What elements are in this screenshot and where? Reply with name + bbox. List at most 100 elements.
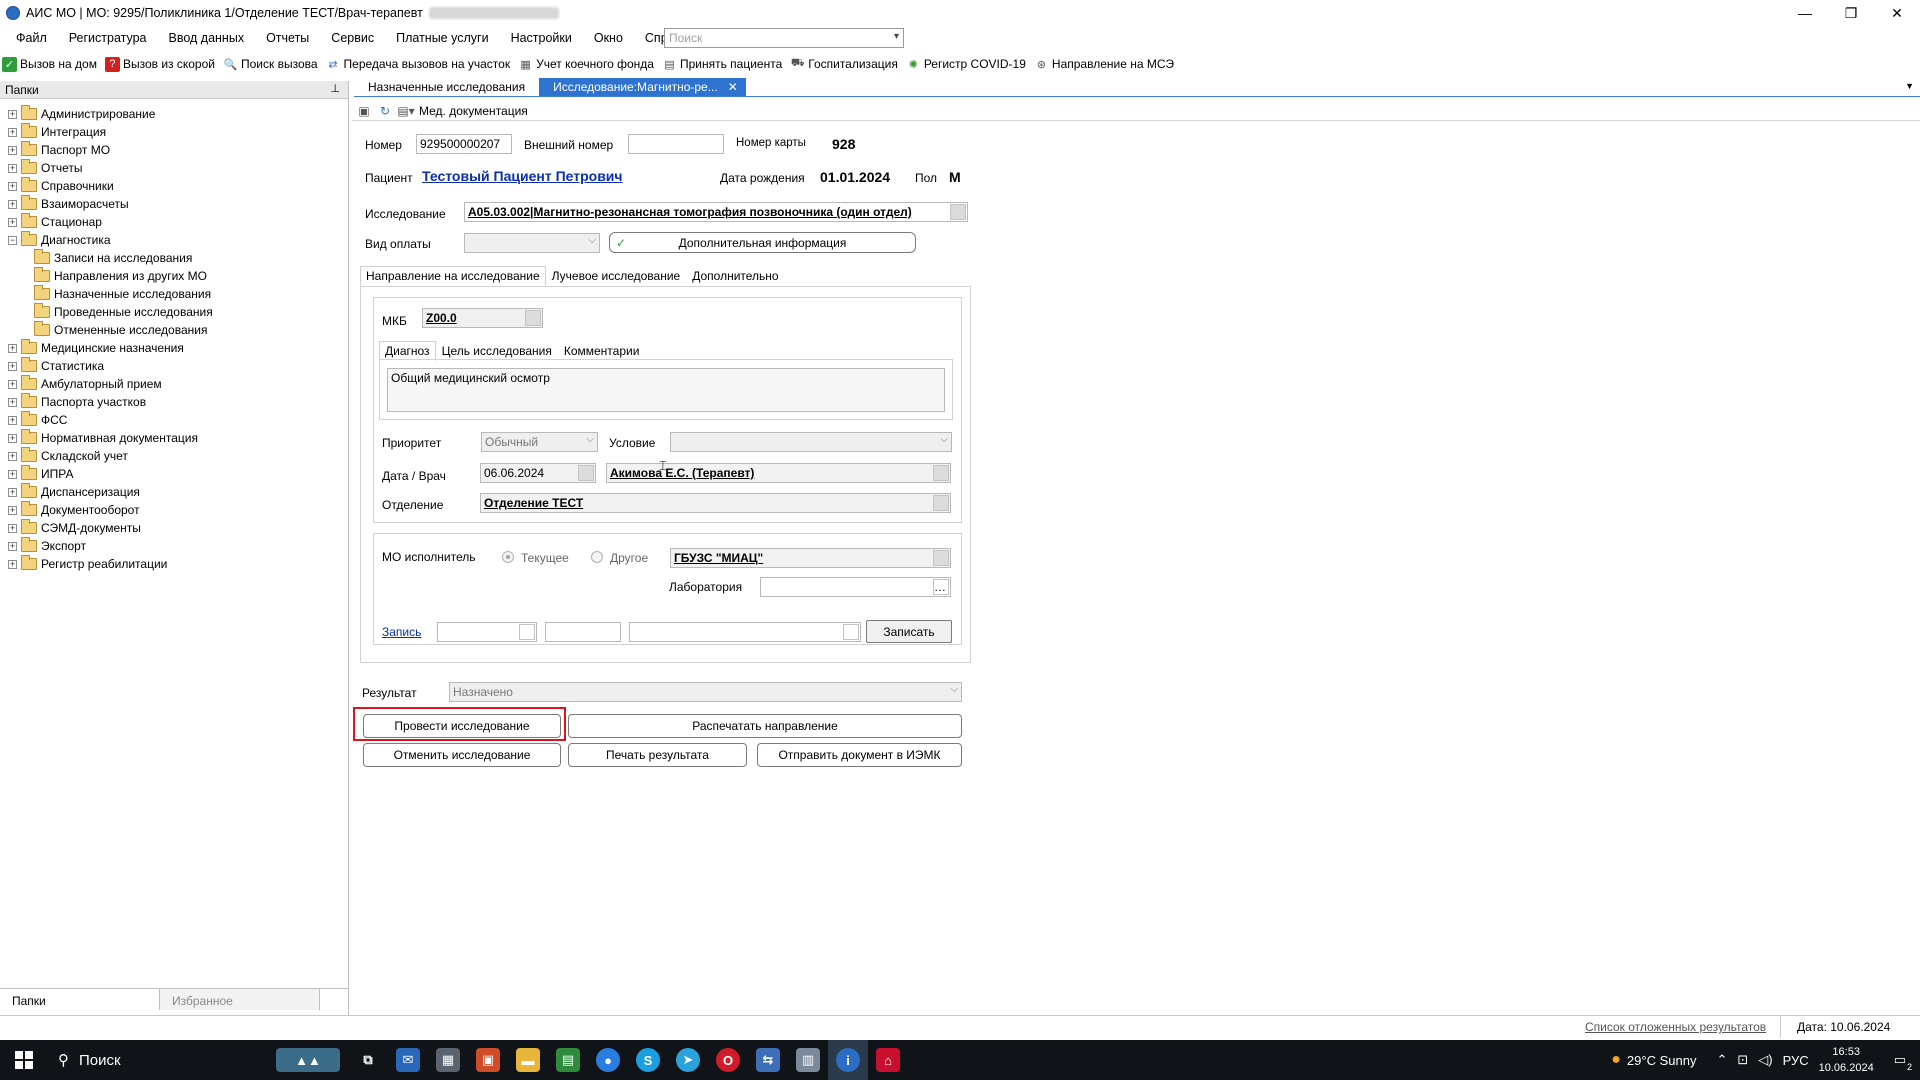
tab-folders[interactable]: Папки <box>0 989 160 1010</box>
tree-item[interactable]: + Справочники <box>0 177 213 195</box>
tab-radiology[interactable]: Лучевое исследование <box>546 266 687 286</box>
tree-item[interactable]: + Интеграция <box>0 123 213 141</box>
record-time-field[interactable] <box>545 622 621 642</box>
expand-icon[interactable]: + <box>8 379 17 389</box>
windows-start-icon[interactable] <box>0 1040 48 1080</box>
toolbar-search-call[interactable]: 🔍 Поиск вызова <box>223 57 318 72</box>
weather-text[interactable]: 29°C Sunny <box>1627 1053 1697 1068</box>
toolbar-covid-register[interactable]: ✺ Регистр COVID-19 <box>906 57 1026 72</box>
menu-registry[interactable]: Регистратура <box>58 31 158 45</box>
record-link[interactable]: Запись <box>382 625 421 639</box>
deferred-results-link[interactable]: Список отложенных результатов <box>1585 1020 1766 1034</box>
tab-referral[interactable]: Направление на исследование <box>360 266 546 286</box>
tree-item[interactable]: + ИПРА <box>0 465 213 483</box>
close-tab-icon[interactable]: ✕ <box>728 80 738 94</box>
record-resource-field[interactable] <box>629 622 861 642</box>
volume-icon[interactable]: ◁) <box>1758 1052 1772 1068</box>
tree-child-item[interactable]: Направления из других МО <box>0 267 213 285</box>
mkb-field[interactable]: Z00.0 <box>422 308 543 328</box>
lab-field[interactable]: … <box>760 577 951 597</box>
menu-service[interactable]: Сервис <box>320 31 385 45</box>
tree-child-item[interactable]: Назначенные исследования <box>0 285 213 303</box>
file-explorer-icon[interactable]: ▬ <box>508 1040 548 1080</box>
tree-item[interactable]: + Нормативная документация <box>0 429 213 447</box>
spreadsheet-app-icon[interactable]: ▤ <box>548 1040 588 1080</box>
tree-item[interactable]: + Паспорт МО <box>0 141 213 159</box>
patient-name-link[interactable]: Тестовый Пациент Петрович <box>422 168 623 184</box>
doctor-field[interactable]: Акимова Е.С. (Терапевт) <box>606 463 951 483</box>
pin-icon[interactable]: ⊥ <box>330 82 340 95</box>
tree-item[interactable]: + Взаиморасчеты <box>0 195 213 213</box>
storage-app-icon[interactable]: ▥ <box>788 1040 828 1080</box>
expand-icon[interactable]: + <box>8 487 17 497</box>
tabs-overflow-icon[interactable]: ▼ <box>1905 81 1914 91</box>
lab-lookup-button[interactable]: … <box>933 579 949 595</box>
tab-favorites[interactable]: Избранное <box>160 989 320 1010</box>
expand-icon[interactable]: + <box>8 217 17 227</box>
clock[interactable]: 16:53 10.06.2024 <box>1819 1044 1874 1076</box>
tab-study-mri[interactable]: Исследование:Магнитно-ре... ✕ <box>539 78 746 96</box>
documents-dropdown-icon[interactable]: ▤▾ <box>397 103 414 119</box>
expand-icon[interactable]: + <box>8 181 17 191</box>
result-select[interactable]: Назначено ⌵ <box>449 682 962 702</box>
expand-icon[interactable]: + <box>8 559 17 569</box>
study-field[interactable]: A05.03.002|Магнитно-резонансная томограф… <box>464 202 968 222</box>
toolbar-ambulance-call[interactable]: ? Вызов из скорой <box>104 56 215 72</box>
toolbar-accept-patient[interactable]: ▤ Принять пациента <box>662 57 782 72</box>
radio-other[interactable] <box>591 551 603 563</box>
tree-item[interactable]: + Паспорта участков <box>0 393 213 411</box>
toolbar-home-call[interactable]: ✓ Вызов на дом <box>2 56 97 72</box>
chevron-up-icon[interactable]: ⌃ <box>1716 1052 1727 1068</box>
network-icon[interactable]: ⊡ <box>1737 1052 1748 1068</box>
browser-icon[interactable]: ● <box>588 1040 628 1080</box>
menu-paid-services[interactable]: Платные услуги <box>385 31 499 45</box>
expand-icon[interactable]: + <box>8 469 17 479</box>
weather-widget-icon[interactable]: ▲▲ <box>268 1040 348 1080</box>
menu-data-entry[interactable]: Ввод данных <box>158 31 256 45</box>
tab-additional[interactable]: Дополнительно <box>686 266 784 286</box>
tree-item[interactable]: + ФСС <box>0 411 213 429</box>
search-input[interactable]: Поиск ▾ <box>664 28 904 48</box>
condition-select[interactable]: ⌵ <box>670 432 952 452</box>
expand-icon[interactable]: + <box>8 541 17 551</box>
maximize-button[interactable]: ❐ <box>1828 0 1874 26</box>
expand-icon[interactable]: + <box>8 415 17 425</box>
mkb-lookup-button[interactable] <box>525 310 541 326</box>
save-icon[interactable]: ▣ <box>356 103 372 119</box>
skype-icon[interactable]: S <box>628 1040 668 1080</box>
toolbar-mse-referral[interactable]: ⊛ Направление на МСЭ <box>1034 57 1174 72</box>
expand-icon[interactable]: + <box>8 163 17 173</box>
expand-icon[interactable]: + <box>8 505 17 515</box>
tree-child-item[interactable]: Записи на исследования <box>0 249 213 267</box>
expand-icon[interactable]: + <box>8 451 17 461</box>
tree-child-item[interactable]: Проведенные исследования <box>0 303 213 321</box>
number-field[interactable]: 929500000207 <box>416 134 512 154</box>
taskbar-search[interactable]: ⚲ Поиск <box>48 1040 268 1080</box>
record-date-field[interactable] <box>437 622 537 642</box>
mo-lookup-button[interactable] <box>933 550 949 566</box>
calendar-icon[interactable] <box>578 465 594 481</box>
toolbar-bed-fund[interactable]: ▦ Учет коечного фонда <box>518 57 654 72</box>
toolbar-transfer-calls[interactable]: ⇄ Передача вызовов на участок <box>326 57 510 72</box>
print-result-button[interactable]: Печать результата <box>568 743 747 767</box>
menu-window[interactable]: Окно <box>583 31 634 45</box>
menu-reports[interactable]: Отчеты <box>255 31 320 45</box>
radio-current[interactable] <box>502 551 514 563</box>
outlook-icon[interactable]: ✉ <box>388 1040 428 1080</box>
toolbar-hospitalization[interactable]: ⛟ Госпитализация <box>790 57 898 72</box>
language-indicator[interactable]: РУС <box>1783 1053 1809 1068</box>
tree-item[interactable]: + Медицинские назначения <box>0 339 213 357</box>
opera-icon[interactable]: O <box>708 1040 748 1080</box>
extra-info-button[interactable]: ✓ Дополнительная информация <box>609 232 916 253</box>
expand-icon[interactable]: + <box>8 127 17 137</box>
diagnosis-textarea[interactable]: Общий медицинский осмотр <box>387 368 945 412</box>
expand-icon[interactable]: + <box>8 343 17 353</box>
tree-item[interactable]: + Складской учет <box>0 447 213 465</box>
ais-mo-app-icon[interactable]: i <box>828 1040 868 1080</box>
department-field[interactable]: Отделение ТЕСТ <box>480 493 951 513</box>
tab-comments[interactable]: Комментарии <box>558 341 646 361</box>
tree-item[interactable]: + Диспансеризация <box>0 483 213 501</box>
department-lookup-button[interactable] <box>933 495 949 511</box>
tree-item[interactable]: + Отчеты <box>0 159 213 177</box>
payment-select[interactable]: ⌵ <box>464 233 600 253</box>
